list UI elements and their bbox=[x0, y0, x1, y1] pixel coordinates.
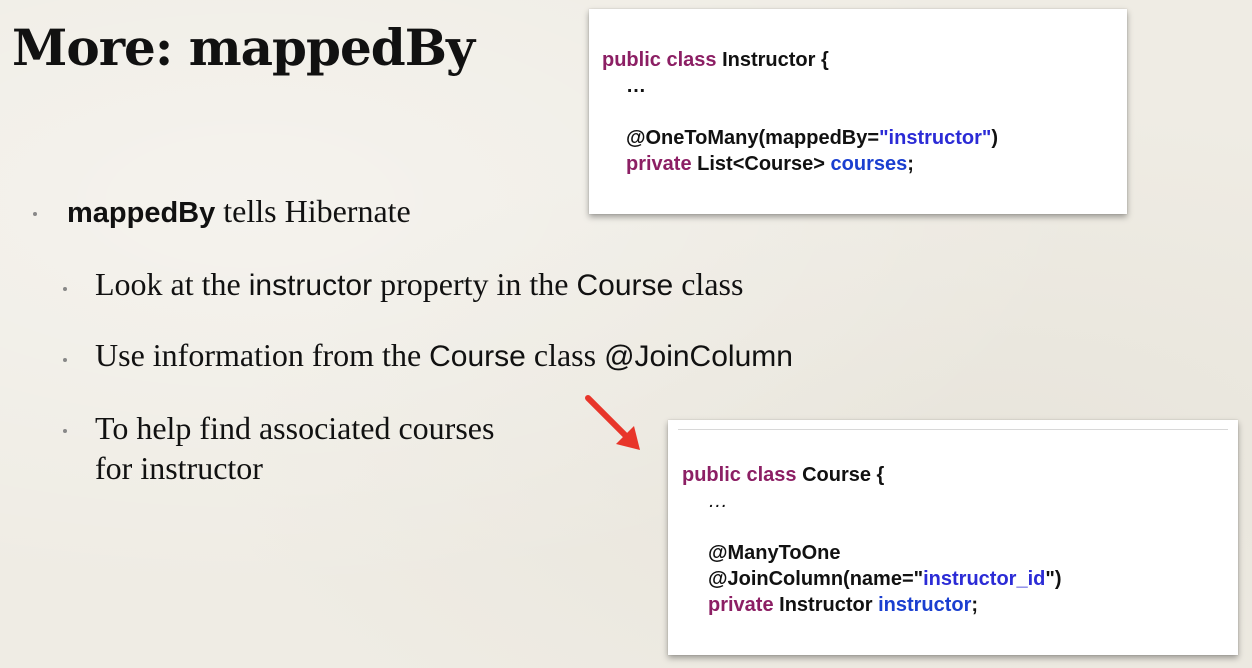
code-keyword: private bbox=[708, 594, 780, 616]
bullet-dot bbox=[63, 287, 67, 291]
bullet-dot bbox=[63, 358, 67, 362]
bullet-text: property in the bbox=[372, 266, 577, 302]
red-arrow-icon bbox=[585, 395, 640, 450]
instructor-code-box: public class Instructor { … @OneToMany(m… bbox=[589, 9, 1127, 214]
code-line: @JoinColumn(name="instructor_id") bbox=[682, 566, 1062, 592]
code-line: private List<Course> courses; bbox=[602, 151, 998, 177]
code-semicolon: ; bbox=[907, 153, 914, 175]
bullet-code-term: Course bbox=[429, 340, 526, 373]
code-field: courses bbox=[830, 153, 908, 175]
code-string: instructor_id bbox=[923, 568, 1046, 590]
bullet-code-term: Course bbox=[576, 269, 674, 302]
bullet-text: tells Hibernate bbox=[215, 193, 411, 229]
code-type: Instructor bbox=[779, 594, 879, 616]
code-annotation-close: ) bbox=[991, 127, 999, 149]
slide-title: More: mappedBy bbox=[12, 18, 475, 77]
code-line: public class Instructor { bbox=[602, 47, 998, 73]
code-keyword: public class bbox=[682, 464, 803, 486]
bullet-text: To help find associated courses bbox=[95, 410, 495, 446]
bullet-text: for instructor bbox=[95, 450, 263, 486]
code-line: … bbox=[602, 73, 998, 99]
code-annotation: @OneToMany(mappedBy= bbox=[626, 127, 880, 149]
code-class-name: Instructor { bbox=[722, 49, 829, 71]
code-keyword: private bbox=[626, 153, 698, 175]
code-annotation-close: ") bbox=[1045, 568, 1062, 590]
bullet-text: Look at the bbox=[95, 266, 249, 302]
bullet-code-term: instructor bbox=[248, 269, 373, 302]
code-line: private Instructor instructor; bbox=[682, 592, 1062, 618]
code-line: … bbox=[682, 488, 1062, 514]
bullet-dot bbox=[33, 212, 37, 216]
code-annotation: @JoinColumn(name=" bbox=[708, 568, 924, 590]
code-type: List<Course> bbox=[697, 153, 831, 175]
code-ellipsis: … bbox=[708, 490, 728, 512]
bullet-text: Use information from the bbox=[95, 337, 430, 373]
bullet-bold-term: mappedBy bbox=[67, 197, 216, 229]
code-semicolon: ; bbox=[971, 594, 979, 616]
bullet-mappedby: mappedBy tells Hibernate bbox=[67, 193, 411, 230]
code-class-name: Course { bbox=[802, 464, 885, 486]
bullet-code-term: @JoinColumn bbox=[604, 340, 793, 373]
bullet-text: class bbox=[525, 337, 605, 373]
code-field: instructor bbox=[878, 594, 972, 616]
bullet-dot bbox=[63, 429, 67, 433]
code-keyword: public class bbox=[602, 49, 723, 71]
code-line: public class Course { bbox=[682, 462, 1062, 488]
bullet-use-info: Use information from the Course class @J… bbox=[95, 337, 793, 374]
code-ellipsis: … bbox=[626, 75, 646, 97]
code-annotation: @ManyToOne bbox=[708, 542, 841, 564]
code-line: @ManyToOne bbox=[682, 540, 1062, 566]
bullet-look-at: Look at the instructor property in the C… bbox=[95, 266, 743, 303]
bullet-text: class bbox=[673, 266, 744, 302]
course-code-box: public class Course { … @ManyToOne @Join… bbox=[668, 420, 1238, 655]
code-line: @OneToMany(mappedBy="instructor") bbox=[602, 125, 998, 151]
divider bbox=[678, 429, 1228, 430]
bullet-to-help: To help find associated courses for inst… bbox=[95, 408, 494, 488]
code-string: "instructor" bbox=[879, 127, 992, 149]
